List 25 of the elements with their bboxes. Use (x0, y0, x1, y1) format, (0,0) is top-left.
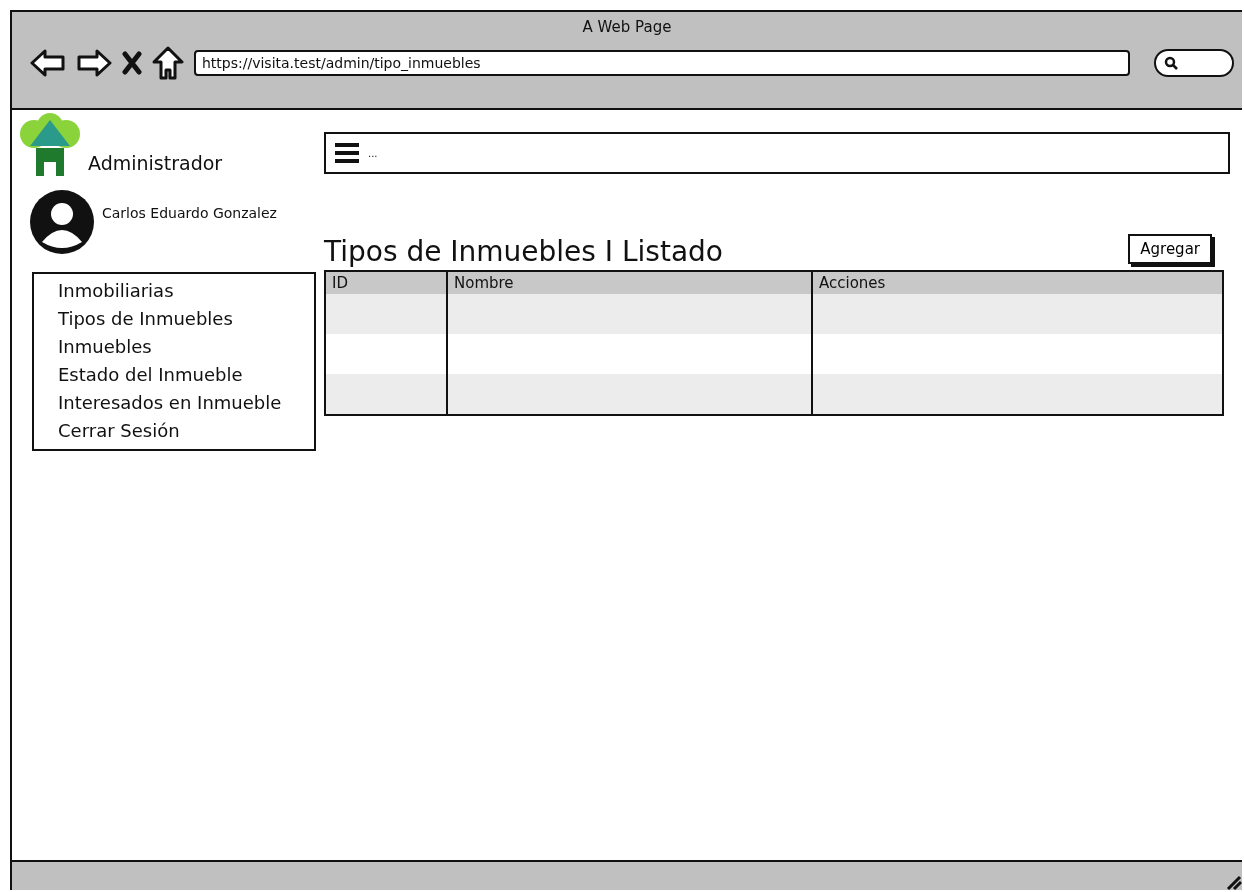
column-header: ID (326, 272, 446, 294)
column-header: Acciones (811, 272, 1222, 294)
sidebar-item[interactable]: Inmuebles (58, 336, 314, 357)
menu-icon[interactable] (334, 142, 360, 164)
column-header: Nombre (446, 272, 811, 294)
forward-icon[interactable] (76, 48, 112, 78)
home-icon[interactable] (152, 46, 184, 80)
sidebar-item[interactable]: Cerrar Sesión (58, 420, 314, 441)
sidebar-item[interactable]: Interesados en Inmueble (58, 392, 314, 413)
sidebar-item[interactable]: Inmobiliarias (58, 280, 314, 301)
search-field[interactable] (1154, 49, 1234, 77)
window-title: A Web Page (582, 18, 672, 36)
navbar-text: ... (368, 147, 378, 159)
add-button[interactable]: Agregar (1128, 234, 1212, 264)
search-icon (1164, 56, 1178, 70)
user-name: Carlos Eduardo Gonzalez (102, 205, 277, 221)
tree-house-logo-icon (18, 112, 82, 176)
page-title: Tipos de Inmuebles I Listado (324, 235, 723, 268)
sidebar-item[interactable]: Tipos de Inmuebles (58, 308, 314, 329)
brand-name: Administrador (88, 152, 223, 174)
close-icon[interactable] (122, 51, 142, 75)
url-field[interactable]: https://visita.test/admin/tipo_inmuebles (194, 50, 1130, 76)
sidebar-item[interactable]: Estado del Inmueble (58, 364, 314, 385)
user-avatar-icon (30, 190, 94, 254)
back-icon[interactable] (30, 48, 66, 78)
